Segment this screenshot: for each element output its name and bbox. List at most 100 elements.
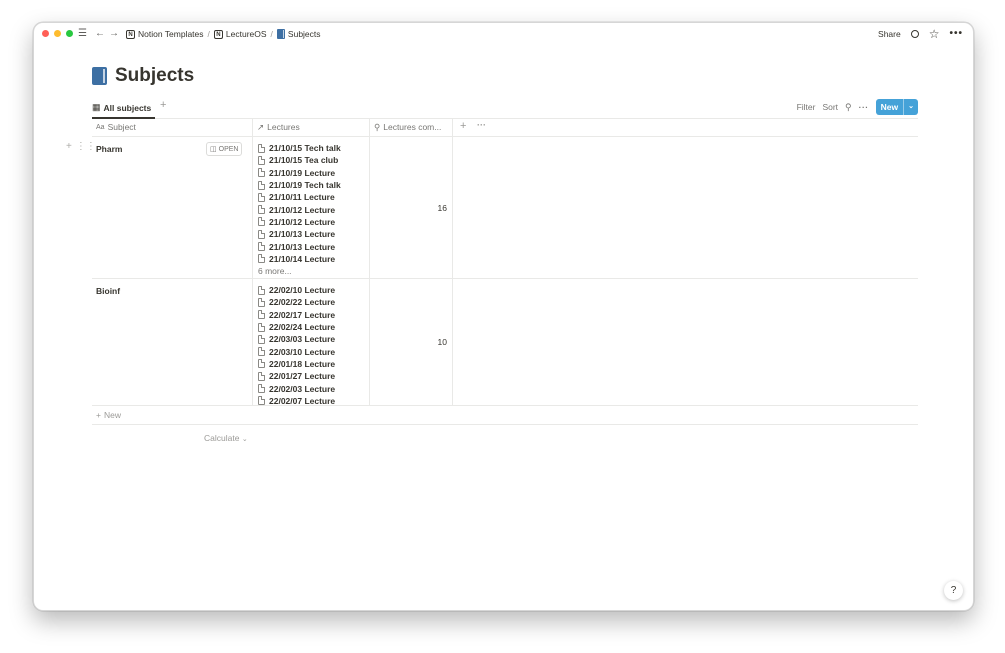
column-header-lectures[interactable]: ↗ Lectures bbox=[253, 118, 370, 136]
lecture-title: 22/03/10 Lecture bbox=[269, 346, 336, 357]
lecture-link[interactable]: 22/02/17 Lecture bbox=[258, 309, 335, 321]
arrow-right-icon[interactable]: → bbox=[109, 28, 119, 40]
lecture-link[interactable]: 21/10/13 Lecture bbox=[258, 228, 341, 240]
page-icon bbox=[258, 168, 265, 178]
page-icon bbox=[258, 192, 265, 202]
lecture-list: 21/10/15 Tech talk 21/10/15 Tea club 21/… bbox=[258, 142, 341, 276]
lecture-title: 22/02/07 Lecture bbox=[269, 395, 336, 406]
new-row-label: New bbox=[103, 410, 121, 420]
lecture-title: 22/01/18 Lecture bbox=[269, 358, 336, 369]
add-row-icon[interactable]: + bbox=[66, 141, 72, 152]
hamburger-icon[interactable]: ☰ bbox=[78, 28, 87, 40]
minimize-window-button[interactable] bbox=[54, 30, 61, 37]
lecture-count-cell[interactable]: 16 bbox=[370, 137, 453, 278]
lecture-link[interactable]: 21/10/19 Lecture bbox=[258, 167, 341, 179]
lecture-link[interactable]: 22/01/27 Lecture bbox=[258, 370, 335, 382]
page-title[interactable]: Subjects bbox=[115, 65, 194, 87]
more-options-icon[interactable]: ··· bbox=[477, 120, 486, 130]
show-more-link[interactable]: 6 more... bbox=[258, 266, 341, 276]
calculate-dropdown[interactable]: Calculate ⌄ bbox=[204, 433, 248, 443]
lectures-cell[interactable]: 21/10/15 Tech talk 21/10/15 Tea club 21/… bbox=[253, 137, 370, 278]
new-button[interactable]: New ⌄ bbox=[875, 99, 918, 115]
column-header-lectures-count[interactable]: ⚲ Lectures com... bbox=[370, 118, 453, 136]
calculate-label: Calculate bbox=[204, 433, 240, 443]
lecture-link[interactable]: 22/02/24 Lecture bbox=[258, 321, 335, 333]
lecture-link[interactable]: 21/10/14 Lecture bbox=[258, 253, 341, 265]
share-button[interactable]: Share bbox=[878, 27, 901, 41]
lecture-title: 21/10/13 Lecture bbox=[269, 229, 336, 240]
lecture-title: 22/02/17 Lecture bbox=[269, 309, 336, 320]
lecture-link[interactable]: 21/10/19 Tech talk bbox=[258, 179, 341, 191]
tab-all-subjects[interactable]: ▦ All subjects bbox=[92, 98, 156, 119]
close-window-button[interactable] bbox=[42, 30, 49, 37]
breadcrumb-label: Subjects bbox=[287, 29, 321, 39]
filter-button[interactable]: Filter bbox=[797, 102, 816, 112]
lecture-link[interactable]: 22/03/03 Lecture bbox=[258, 333, 335, 345]
breadcrumb-item-subjects[interactable]: Subjects bbox=[276, 28, 321, 40]
lecture-count-cell[interactable]: 10 bbox=[370, 279, 453, 405]
book-icon[interactable] bbox=[92, 67, 107, 85]
tab-label: All subjects bbox=[103, 102, 152, 113]
breadcrumb-separator: / bbox=[270, 29, 273, 39]
lecture-link[interactable]: 22/02/03 Lecture bbox=[258, 382, 335, 394]
notion-icon: N bbox=[213, 29, 223, 39]
lectures-cell[interactable]: 22/02/10 Lecture 22/02/22 Lecture 22/02/… bbox=[253, 279, 370, 406]
page-icon bbox=[258, 396, 265, 406]
table-row[interactable]: Bioinf 22/02/10 Lecture 22/02/22 Lecture… bbox=[92, 279, 918, 406]
zoom-window-button[interactable] bbox=[66, 30, 73, 37]
lecture-link[interactable]: 21/10/12 Lecture bbox=[258, 216, 341, 228]
notion-icon: N bbox=[126, 29, 135, 39]
page-header: Subjects bbox=[92, 65, 194, 87]
lecture-title: 22/02/03 Lecture bbox=[269, 383, 336, 394]
page-icon bbox=[258, 254, 265, 264]
lecture-link[interactable]: 22/03/10 Lecture bbox=[258, 345, 335, 357]
add-view-icon[interactable]: + bbox=[160, 99, 166, 111]
column-label: Lectures bbox=[267, 122, 300, 132]
lecture-link[interactable]: 21/10/12 Lecture bbox=[258, 203, 341, 215]
lecture-title: 22/03/03 Lecture bbox=[269, 334, 336, 345]
lecture-link[interactable]: 21/10/13 Lecture bbox=[258, 240, 341, 252]
page-icon bbox=[258, 322, 265, 332]
subject-cell[interactable]: Bioinf bbox=[92, 279, 253, 405]
breadcrumb-item-notion-templates[interactable]: N Notion Templates bbox=[126, 28, 204, 40]
new-button-label: New bbox=[880, 102, 899, 112]
search-icon[interactable]: ⚲ bbox=[845, 102, 852, 113]
table-row[interactable]: + ⋮⋮ Pharm ◫ OPEN 21/10/15 Tech talk 21/… bbox=[66, 137, 918, 279]
page-icon bbox=[258, 297, 265, 307]
title-bar: ☰ ← → N Notion Templates / N LectureOS /… bbox=[34, 23, 973, 45]
star-icon[interactable]: ☆ bbox=[929, 27, 940, 41]
sort-button[interactable]: Sort bbox=[822, 102, 838, 112]
lecture-title: 22/02/24 Lecture bbox=[269, 322, 336, 333]
search-icon: ⚲ bbox=[374, 121, 381, 132]
chevron-down-icon: ⌄ bbox=[241, 436, 248, 443]
page-icon bbox=[258, 205, 265, 215]
table-icon: ▦ bbox=[92, 102, 101, 112]
arrow-left-icon[interactable]: ← bbox=[95, 28, 105, 40]
breadcrumb: N Notion Templates / N LectureOS / Subje… bbox=[126, 28, 321, 40]
lecture-title: 22/02/10 Lecture bbox=[269, 285, 336, 296]
column-header-subject[interactable]: Aa Subject bbox=[92, 118, 253, 136]
subject-cell[interactable]: Pharm ◫ OPEN bbox=[92, 137, 253, 278]
open-button[interactable]: ◫ OPEN bbox=[206, 142, 243, 156]
app-window: ☰ ← → N Notion Templates / N LectureOS /… bbox=[33, 22, 974, 611]
relation-arrow-icon: ↗ bbox=[257, 121, 265, 132]
column-label: Subject bbox=[107, 122, 136, 132]
help-button[interactable]: ? bbox=[944, 581, 963, 600]
lecture-link[interactable]: 22/02/22 Lecture bbox=[258, 296, 335, 308]
more-options-icon[interactable]: ··· bbox=[859, 102, 869, 112]
subject-name: Pharm bbox=[96, 144, 123, 154]
more-options-icon[interactable]: ••• bbox=[949, 27, 963, 41]
add-new-row-button[interactable]: + New bbox=[92, 406, 918, 425]
subject-name: Bioinf bbox=[96, 286, 121, 296]
lecture-link[interactable]: 21/10/15 Tech talk bbox=[258, 142, 341, 154]
plus-icon: + bbox=[96, 410, 101, 420]
lecture-link[interactable]: 22/01/18 Lecture bbox=[258, 358, 335, 370]
lecture-link[interactable]: 21/10/15 Tea club bbox=[258, 154, 341, 166]
lecture-link[interactable]: 22/02/10 Lecture bbox=[258, 284, 335, 296]
add-column-icon[interactable]: + bbox=[460, 120, 466, 132]
page-icon bbox=[258, 155, 265, 165]
breadcrumb-item-lectureos[interactable]: N LectureOS bbox=[213, 28, 267, 40]
updates-clock-icon[interactable] bbox=[910, 30, 919, 38]
chevron-down-icon[interactable]: ⌄ bbox=[903, 99, 918, 115]
lecture-link[interactable]: 21/10/11 Lecture bbox=[258, 191, 341, 203]
